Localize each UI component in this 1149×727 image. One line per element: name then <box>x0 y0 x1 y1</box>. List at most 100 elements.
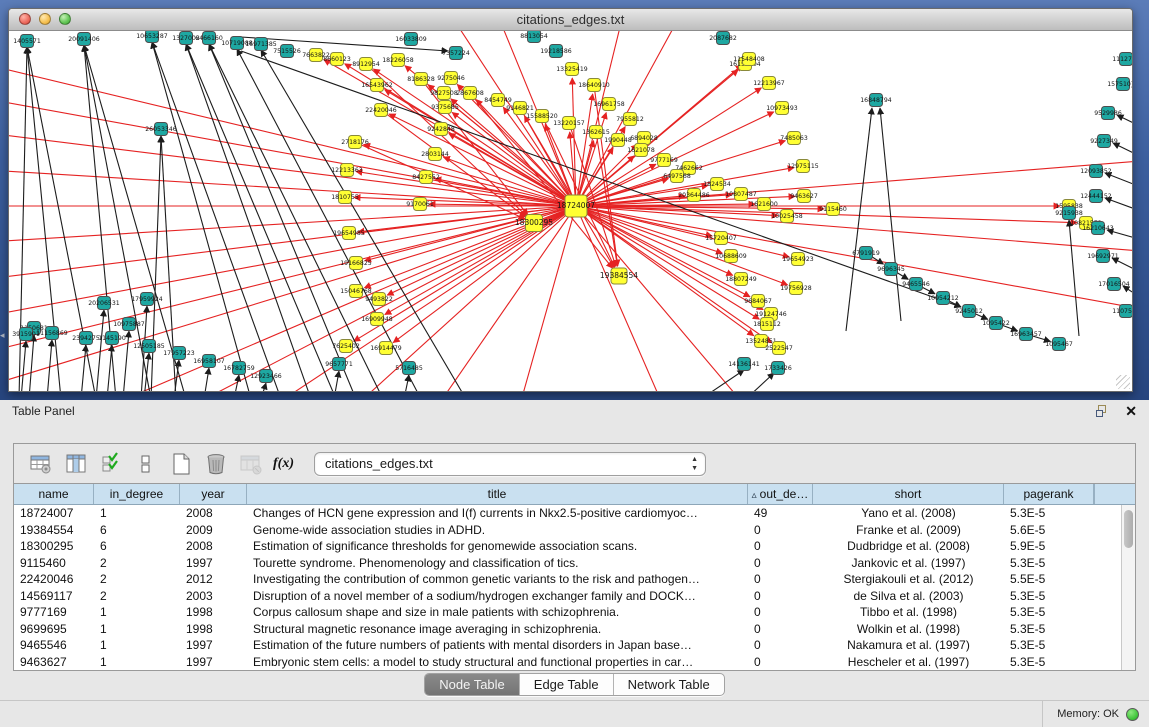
graph-edge[interactable] <box>261 50 466 392</box>
graph-node[interactable]: 6466160 <box>195 32 223 45</box>
column-header-title[interactable]: title <box>247 484 748 504</box>
graph-node[interactable]: 12213363 <box>331 164 363 177</box>
cell-out_degree[interactable]: 0 <box>748 538 813 555</box>
graph-edge[interactable] <box>152 42 281 392</box>
graph-node[interactable]: 19166825 <box>340 257 372 270</box>
graph-node[interactable]: 8186328 <box>407 73 435 86</box>
cell-in_degree[interactable]: 1 <box>94 654 180 671</box>
graph-node[interactable]: 10653287 <box>136 31 168 43</box>
table-row[interactable]: 977716911998Corpus callosum shape and si… <box>14 604 1121 621</box>
graph-edge[interactable] <box>29 335 34 392</box>
graph-node[interactable]: 12093852 <box>1080 165 1112 178</box>
graph-edge[interactable] <box>1069 220 1079 336</box>
graph-node[interactable]: 13325419 <box>556 63 588 76</box>
graph-node[interactable]: 1405571 <box>13 35 41 48</box>
graph-node[interactable]: 9827508 <box>430 87 458 100</box>
cell-name[interactable]: 22420046 <box>14 571 94 588</box>
graph-node[interactable]: 17957223 <box>163 347 195 360</box>
graph-edge[interactable] <box>846 108 872 331</box>
graph-node[interactable]: 17016504 <box>1098 278 1130 291</box>
cell-name[interactable]: 9699695 <box>14 621 94 638</box>
citation-edge[interactable] <box>576 206 750 297</box>
column-checklist-icon[interactable] <box>98 451 124 477</box>
cell-year[interactable]: 1998 <box>180 621 247 638</box>
column-header-name[interactable]: name <box>14 484 94 504</box>
cell-short[interactable]: Tibbo et al. (1998) <box>813 604 1004 621</box>
graph-edge[interactable] <box>1117 115 1132 129</box>
cell-year[interactable]: 2003 <box>180 588 247 605</box>
graph-node[interactable]: 12505185 <box>133 340 165 353</box>
graph-node[interactable]: 2394275 <box>72 332 100 345</box>
close-panel-icon[interactable]: ✕ <box>1125 403 1137 419</box>
table-row[interactable]: 1830029562008Estimation of significance … <box>14 538 1121 555</box>
cell-name[interactable]: 18724007 <box>14 505 94 522</box>
graph-node[interactable]: 26053346 <box>145 123 177 136</box>
cell-name[interactable]: 9777169 <box>14 604 94 621</box>
scrollbar-thumb[interactable] <box>1124 510 1133 548</box>
graph-node[interactable]: 15751074 <box>1107 78 1132 91</box>
graph-node[interactable]: 1112734 <box>1112 53 1132 66</box>
graph-node[interactable]: 5716485 <box>395 362 423 375</box>
graph-node[interactable]: 14136141 <box>728 358 760 371</box>
function-builder-icon[interactable]: f(x) <box>273 456 294 472</box>
cell-pagerank[interactable]: 5.3E-5 <box>1004 637 1094 654</box>
graph-edge[interactable] <box>186 44 336 392</box>
cell-year[interactable]: 1997 <box>180 637 247 654</box>
cell-title[interactable]: Changes of HCN gene expression and I(f) … <box>247 505 748 522</box>
graph-node[interactable]: 19384554 <box>600 268 638 284</box>
cell-title[interactable]: Estimation of the future numbers of pati… <box>247 637 748 654</box>
column-header-pagerank[interactable]: pagerank <box>1004 484 1094 504</box>
graph-node[interactable]: 18226058 <box>382 54 414 67</box>
graph-edge[interactable] <box>1112 258 1132 275</box>
graph-node[interactable]: 16909948 <box>361 313 393 326</box>
cell-pagerank[interactable]: 5.3E-5 <box>1004 588 1094 605</box>
cell-in_degree[interactable]: 2 <box>94 588 180 605</box>
graph-node[interactable]: 16033809 <box>395 33 427 46</box>
graph-edge[interactable] <box>1113 143 1132 159</box>
column-header-out_degree[interactable]: ▵out_de… <box>748 484 813 504</box>
cell-out_degree[interactable]: 49 <box>748 505 813 522</box>
cell-name[interactable]: 9463627 <box>14 654 94 671</box>
graph-node[interactable]: 16848794 <box>860 94 892 107</box>
table-row[interactable]: 1938455462009Genome-wide association stu… <box>14 522 1121 539</box>
cell-short[interactable]: Wolkin et al. (1998) <box>813 621 1004 638</box>
table-columns-icon[interactable] <box>63 451 89 477</box>
graph-node[interactable]: 19654923 <box>782 253 814 266</box>
graph-node[interactable]: 22420046 <box>365 104 397 117</box>
graph-node[interactable]: 7357224 <box>442 47 470 60</box>
graph-node[interactable]: 10025458 <box>771 210 803 223</box>
graph-node[interactable]: 13220157 <box>553 117 585 130</box>
cell-title[interactable]: Structural magnetic resonance image aver… <box>247 621 748 638</box>
cell-short[interactable]: de Silva et al. (2003) <box>813 588 1004 605</box>
cell-title[interactable]: Disruption of a novel member of a sodium… <box>247 588 748 605</box>
cell-out_degree[interactable]: 0 <box>748 637 813 654</box>
cell-name[interactable]: 9465546 <box>14 637 94 654</box>
graph-node[interactable]: 15720407 <box>705 232 737 245</box>
graph-node[interactable]: 18300295 <box>515 215 553 232</box>
cell-in_degree[interactable]: 1 <box>94 621 180 638</box>
cell-short[interactable]: Franke et al. (2009) <box>813 522 1004 539</box>
cell-name[interactable]: 18300295 <box>14 538 94 555</box>
graph-node[interactable]: 12923466 <box>250 370 282 383</box>
graph-node[interactable]: 9696345 <box>877 263 905 276</box>
graph-node[interactable]: 9227349 <box>1090 135 1118 148</box>
table-row[interactable]: 946362711997Embryonic stem cells: a mode… <box>14 654 1121 671</box>
cell-name[interactable]: 14569117 <box>14 588 94 605</box>
citation-network-canvas[interactable]: 1872400718300295891295418226058165439629… <box>9 31 1132 392</box>
network-window-titlebar[interactable]: citations_edges.txt <box>9 9 1132 31</box>
graph-node[interactable]: 20364486 <box>678 189 710 202</box>
graph-node[interactable]: 2867608 <box>456 87 484 100</box>
float-panel-icon[interactable] <box>1096 405 1109 418</box>
graph-edge[interactable] <box>746 373 774 392</box>
cell-title[interactable]: Estimation of significance thresholds fo… <box>247 538 748 555</box>
cell-year[interactable]: 1998 <box>180 604 247 621</box>
graph-node[interactable]: 20206531 <box>88 297 120 310</box>
table-row[interactable]: 1456911722003Disruption of a novel membe… <box>14 588 1121 605</box>
graph-node[interactable]: 9275046 <box>437 72 465 85</box>
cell-title[interactable]: Tourette syndrome. Phenomenology and cla… <box>247 555 748 572</box>
row-height-icon[interactable] <box>133 451 159 477</box>
cell-in_degree[interactable]: 1 <box>94 505 180 522</box>
cell-pagerank[interactable]: 5.6E-5 <box>1004 522 1094 539</box>
citation-edge[interactable] <box>576 206 661 392</box>
cell-out_degree[interactable]: 0 <box>748 555 813 572</box>
